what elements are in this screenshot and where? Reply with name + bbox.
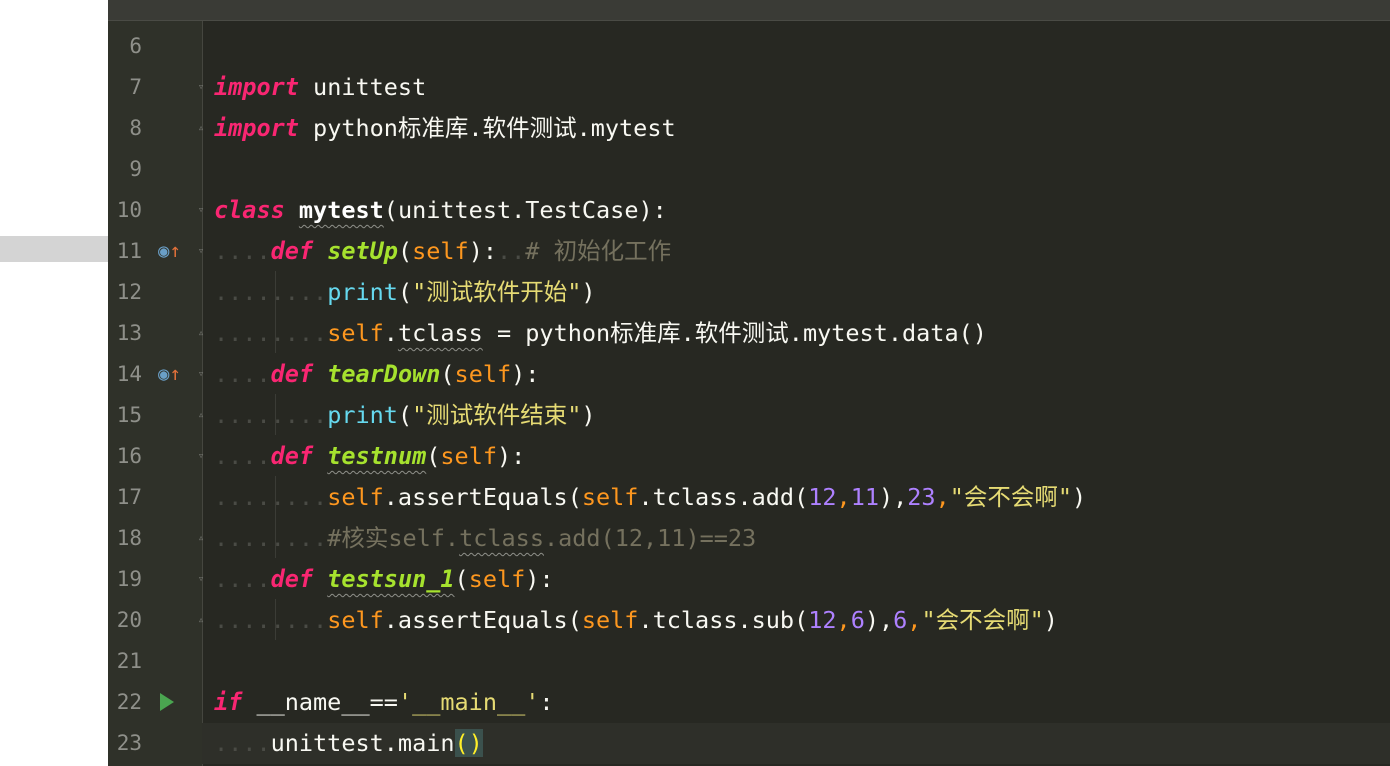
code-text: ........print("测试软件开始") <box>214 278 596 306</box>
code-line[interactable]: 21 <box>108 641 1390 682</box>
code-line[interactable]: 7 ▿ import unittest <box>108 67 1390 108</box>
editor-top-bar <box>108 0 1390 21</box>
code-text: ....def tearDown(self): <box>214 360 540 388</box>
line-number: 22 <box>116 690 142 714</box>
code-line[interactable]: 6 <box>108 26 1390 67</box>
line-number: 7 <box>129 75 142 99</box>
code-line[interactable]: 13 ▵ ........self.tclass = python标准库.软件测… <box>108 313 1390 354</box>
code-line[interactable]: 10 ▿ class mytest(unittest.TestCase): <box>108 190 1390 231</box>
code-line[interactable]: 19 ▿ ....def testsun_1(self): <box>108 559 1390 600</box>
fold-icon[interactable]: ▵ <box>194 121 208 135</box>
code-text: import unittest <box>214 73 427 101</box>
code-text: ....unittest.main() <box>214 729 483 757</box>
fold-icon[interactable]: ▿ <box>194 244 208 258</box>
code-line[interactable]: 16 ▿ ....def testnum(self): <box>108 436 1390 477</box>
fold-icon[interactable]: ▵ <box>194 408 208 422</box>
line-number: 23 <box>116 731 142 755</box>
line-number: 15 <box>116 403 142 427</box>
current-code-line[interactable]: 23 ....unittest.main() <box>108 723 1390 764</box>
code-text: ........self.assertEquals(self.tclass.ad… <box>214 483 1087 511</box>
fold-icon[interactable]: ▵ <box>194 531 208 545</box>
override-icon[interactable]: ◉↑ <box>158 239 184 263</box>
code-text: import python标准库.软件测试.mytest <box>214 114 676 142</box>
code-line[interactable]: 11 ◉↑ ▿ ....def setUp(self):..# 初始化工作 <box>108 231 1390 272</box>
line-number: 6 <box>129 34 142 58</box>
code-text: ....def testsun_1(self): <box>214 565 554 593</box>
code-line[interactable]: 8 ▵ import python标准库.软件测试.mytest <box>108 108 1390 149</box>
run-icon[interactable] <box>160 693 174 711</box>
line-number: 17 <box>116 485 142 509</box>
fold-icon[interactable]: ▿ <box>194 449 208 463</box>
code-text: ....def setUp(self):..# 初始化工作 <box>214 237 672 265</box>
code-line[interactable]: 15 ▵ ........print("测试软件结束") <box>108 395 1390 436</box>
line-number: 9 <box>129 157 142 181</box>
line-number: 18 <box>116 526 142 550</box>
code-line[interactable]: 12 ........print("测试软件开始") <box>108 272 1390 313</box>
code-line[interactable]: 17 ........self.assertEquals(self.tclass… <box>108 477 1390 518</box>
fold-icon[interactable]: ▵ <box>194 613 208 627</box>
code-text: ....def testnum(self): <box>214 442 526 470</box>
fold-icon[interactable]: ▿ <box>194 80 208 94</box>
code-text: ........print("测试软件结束") <box>214 401 596 429</box>
line-number: 12 <box>116 280 142 304</box>
fold-icon[interactable]: ▿ <box>194 367 208 381</box>
code-line[interactable]: 9 <box>108 149 1390 190</box>
code-editor[interactable]: 6 7 ▿ import unittest 8 ▵ import python标… <box>108 0 1390 766</box>
fold-icon[interactable]: ▵ <box>194 326 208 340</box>
fold-icon[interactable]: ▿ <box>194 203 208 217</box>
override-icon[interactable]: ◉↑ <box>158 362 184 386</box>
line-number: 21 <box>116 649 142 673</box>
matched-brackets: () <box>454 729 483 757</box>
code-text: if __name__=='__main__': <box>214 688 554 716</box>
code-text: ........self.assertEquals(self.tclass.su… <box>214 606 1058 634</box>
fold-icon[interactable]: ▿ <box>194 572 208 586</box>
line-number: 14 <box>116 362 142 386</box>
line-number: 10 <box>116 198 142 222</box>
line-number: 13 <box>116 321 142 345</box>
left-blank-panel <box>0 0 108 766</box>
line-number: 16 <box>116 444 142 468</box>
line-number: 11 <box>116 239 142 263</box>
code-line[interactable]: 22 if __name__=='__main__': <box>108 682 1390 723</box>
code-text: class mytest(unittest.TestCase): <box>214 196 667 224</box>
code-line[interactable]: 18 ▵ ........#核实self.tclass.add(12,11)==… <box>108 518 1390 559</box>
line-number: 19 <box>116 567 142 591</box>
line-number: 8 <box>129 116 142 140</box>
code-line[interactable]: 20 ▵ ........self.assertEquals(self.tcla… <box>108 600 1390 641</box>
code-text: ........#核实self.tclass.add(12,11)==23 <box>214 524 757 552</box>
line-number: 20 <box>116 608 142 632</box>
code-text: ........self.tclass = python标准库.软件测试.myt… <box>214 319 987 347</box>
left-panel-selection <box>0 236 108 262</box>
code-line[interactable]: 14 ◉↑ ▿ ....def tearDown(self): <box>108 354 1390 395</box>
